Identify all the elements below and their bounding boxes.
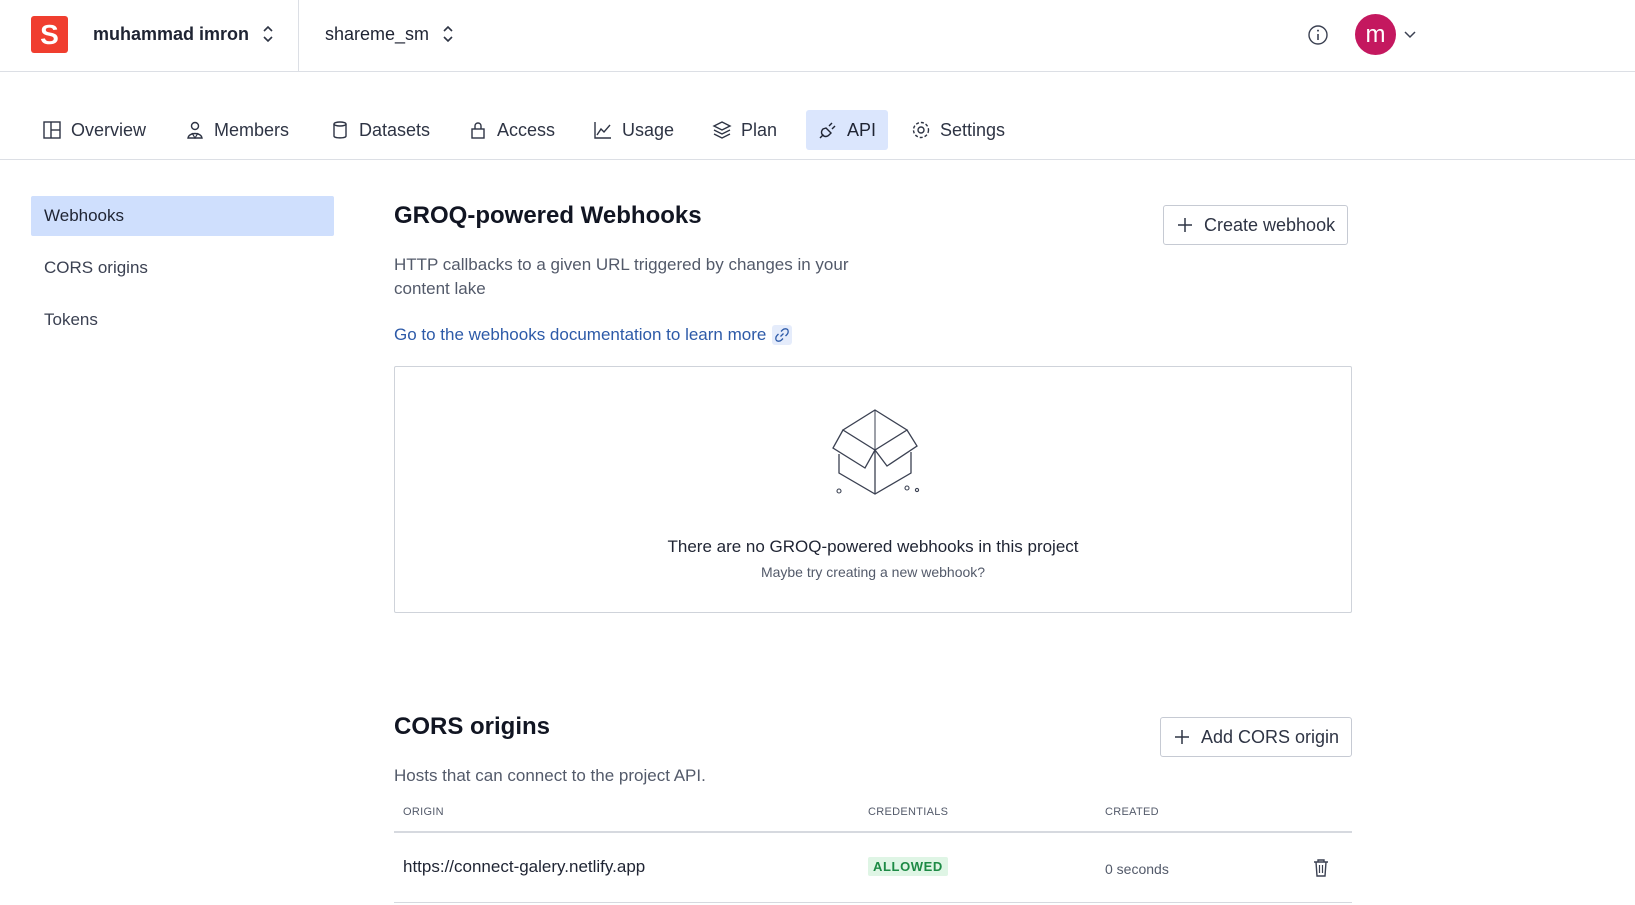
tab-label: Access — [497, 119, 556, 140]
chevron-down-icon[interactable] — [1403, 27, 1417, 41]
chevron-up-down-icon — [263, 25, 273, 43]
tab-datasets[interactable]: Datasets — [318, 110, 442, 150]
cors-description: Hosts that can connect to the project AP… — [394, 766, 706, 785]
table-row: https://connect-galery.netlify.app ALLOW… — [394, 833, 1352, 903]
empty-state-subtitle: Maybe try creating a new webhook? — [760, 564, 986, 580]
tab-label: Plan — [741, 119, 778, 140]
column-header-created: CREATED — [1105, 806, 1159, 818]
sanity-logo[interactable]: S — [31, 16, 68, 53]
api-sidebar: Webhooks CORS origins Tokens — [31, 196, 334, 352]
tab-usage[interactable]: Usage — [581, 110, 686, 150]
datasets-icon — [333, 121, 347, 139]
credentials-badge: ALLOWED — [868, 857, 948, 876]
button-label: Add CORS origin — [1201, 726, 1340, 747]
tab-access[interactable]: Access — [456, 110, 567, 150]
gear-icon — [912, 121, 930, 139]
project-tabs: Overview Members Datasets Access Usage P… — [0, 72, 1635, 160]
sidebar-item-cors-origins[interactable]: CORS origins — [31, 248, 334, 288]
tab-settings[interactable]: Settings — [899, 110, 1017, 150]
layers-icon — [712, 121, 732, 139]
org-name: muhammad imron — [93, 23, 250, 44]
tab-label: Datasets — [359, 119, 431, 140]
plus-icon — [1178, 218, 1192, 232]
sidebar-item-tokens[interactable]: Tokens — [31, 300, 334, 340]
lock-icon — [471, 122, 485, 139]
trash-icon[interactable] — [1310, 857, 1332, 879]
webhooks-title: GROQ-powered Webhooks — [394, 202, 702, 229]
plus-icon — [1175, 730, 1189, 744]
project-switcher[interactable]: shareme_sm — [325, 23, 455, 45]
header-divider — [298, 0, 299, 72]
members-icon — [187, 121, 203, 140]
user-avatar[interactable]: m — [1355, 14, 1396, 55]
empty-box-illustration — [832, 409, 920, 495]
plug-icon — [819, 122, 836, 139]
add-cors-origin-button[interactable]: Add CORS origin — [1160, 717, 1353, 757]
organization-switcher[interactable]: muhammad imron — [93, 23, 275, 45]
tab-label: Members — [214, 119, 290, 140]
webhooks-empty-state: There are no GROQ-powered webhooks in th… — [394, 366, 1352, 613]
chevron-up-down-icon — [443, 25, 453, 43]
tab-overview[interactable]: Overview — [30, 110, 158, 150]
tab-label: API — [847, 119, 877, 140]
project-name: shareme_sm — [325, 23, 430, 44]
create-webhook-button[interactable]: Create webhook — [1163, 205, 1349, 245]
sidebar-item-webhooks[interactable]: Webhooks — [31, 196, 334, 236]
overview-icon — [43, 121, 61, 139]
webhooks-description: HTTP callbacks to a given URL triggered … — [394, 255, 849, 298]
tab-api[interactable]: API — [806, 110, 889, 150]
created-time: 0 seconds — [1105, 861, 1169, 877]
column-header-credentials: CREDENTIALS — [868, 806, 949, 818]
tab-members[interactable]: Members — [173, 110, 301, 150]
column-header-origin: ORIGIN — [403, 806, 444, 818]
usage-chart-icon — [594, 122, 611, 139]
webhooks-doc-link[interactable]: Go to the webhooks documentation to lear… — [394, 325, 793, 345]
button-label: Create webhook — [1204, 214, 1336, 235]
tab-plan[interactable]: Plan — [700, 110, 789, 150]
info-icon[interactable] — [1306, 23, 1330, 47]
tab-label: Settings — [940, 119, 1006, 140]
cors-title: CORS origins — [394, 713, 551, 740]
empty-state-title: There are no GROQ-powered webhooks in th… — [667, 537, 1079, 556]
tab-label: Overview — [71, 119, 147, 140]
doc-link-text: Go to the webhooks documentation to lear… — [394, 325, 767, 344]
link-icon — [772, 325, 793, 345]
tab-label: Usage — [622, 119, 675, 140]
origin-url: https://connect-galery.netlify.app — [403, 857, 646, 876]
top-bar: S muhammad imron shareme_sm m — [0, 0, 1635, 72]
